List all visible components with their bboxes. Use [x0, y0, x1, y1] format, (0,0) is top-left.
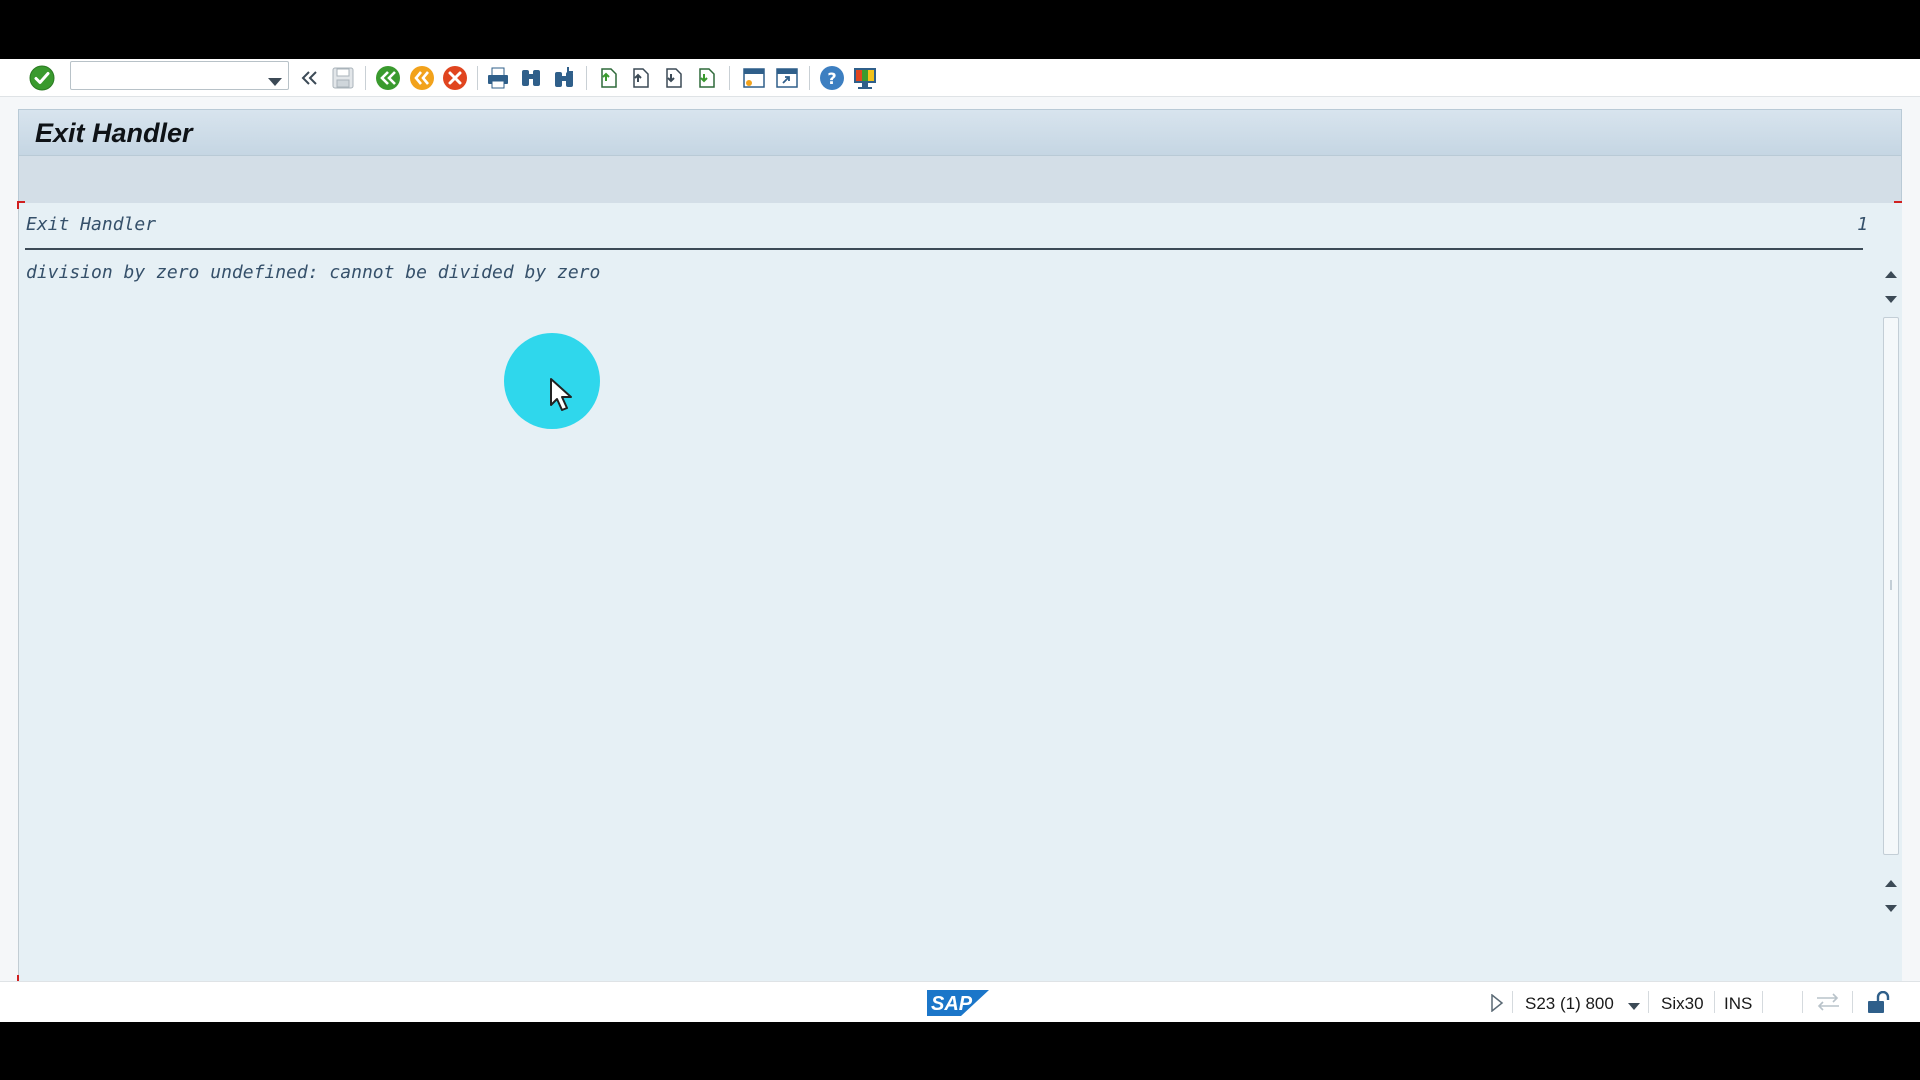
server-name: Six30	[1661, 994, 1704, 1013]
sap-logo-text: SAP	[931, 993, 973, 1015]
scroll-up-icon[interactable]	[1884, 267, 1898, 281]
exit-icon[interactable]	[408, 64, 436, 92]
scroll-page-down-icon[interactable]	[1884, 901, 1898, 915]
input-mode[interactable]: INS	[1724, 994, 1752, 1014]
list-page-number: 1	[1857, 214, 1868, 235]
list-output: Exit Handler 1 division by zero undefine…	[17, 201, 1902, 983]
command-input[interactable]	[75, 65, 255, 86]
title-bar: Exit Handler	[18, 109, 1902, 156]
page-title: Exit Handler	[35, 118, 193, 148]
previous-page-icon[interactable]	[626, 64, 654, 92]
status-expand-icon[interactable]	[1490, 993, 1504, 1017]
scroll-page-up-icon[interactable]	[1884, 876, 1898, 890]
first-page-icon[interactable]	[594, 64, 622, 92]
list-line[interactable]: division by zero undefined: cannot be di…	[26, 262, 600, 283]
customize-layout-icon[interactable]	[851, 64, 879, 92]
next-page-icon[interactable]	[659, 64, 687, 92]
scroll-thumb[interactable]	[1883, 317, 1899, 855]
cancel-icon[interactable]	[441, 64, 469, 92]
sap-logo: SAP	[927, 988, 989, 1018]
create-session-icon[interactable]	[740, 64, 768, 92]
scroll-down-icon[interactable]	[1884, 292, 1898, 306]
find-next-icon[interactable]	[550, 64, 578, 92]
find-icon[interactable]	[517, 64, 545, 92]
last-page-icon[interactable]	[692, 64, 720, 92]
save-icon[interactable]	[329, 64, 357, 92]
application-toolbar	[18, 156, 1902, 203]
collapse-chevrons-icon[interactable]	[296, 64, 324, 92]
sap-gui-window: ? Exit Handler Exit Handler 1 division b…	[0, 59, 1920, 1022]
enter-check-icon[interactable]	[28, 64, 56, 92]
focus-corner-top-left	[17, 201, 25, 209]
command-field[interactable]	[70, 61, 289, 90]
shortcut-icon[interactable]	[773, 64, 801, 92]
system-info[interactable]: S23 (1) 800	[1525, 994, 1614, 1014]
system-toolbar: ?	[0, 59, 1920, 97]
print-icon[interactable]	[484, 64, 512, 92]
help-icon[interactable]: ?	[818, 64, 846, 92]
status-bar: SAP S23 (1) 800 Six30 INS	[0, 981, 1920, 1022]
mouse-pointer-icon	[549, 377, 575, 416]
vertical-scrollbar[interactable]	[1880, 203, 1902, 981]
svg-text:?: ?	[827, 69, 836, 88]
list-header: Exit Handler	[26, 214, 157, 235]
lock-icon[interactable]	[1866, 990, 1892, 1020]
screen: ? Exit Handler Exit Handler 1 division b…	[0, 0, 1920, 1080]
transfer-icon	[1815, 993, 1841, 1016]
command-dropdown-icon[interactable]	[268, 73, 282, 91]
system-dropdown-icon[interactable]	[1628, 997, 1640, 1015]
list-header-rule	[25, 248, 1863, 250]
back-icon[interactable]	[374, 64, 402, 92]
